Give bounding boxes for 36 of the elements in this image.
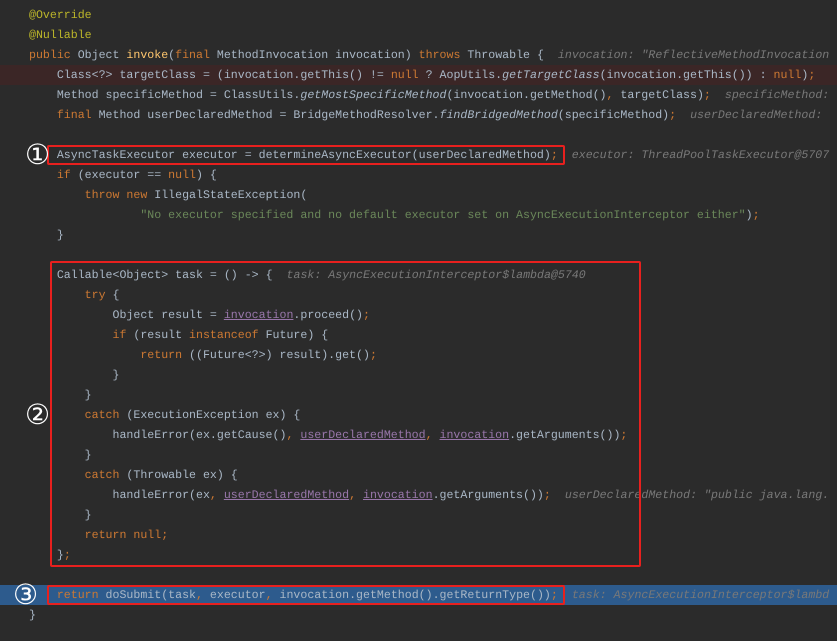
code-line: catch (ExecutionException ex) { bbox=[84, 408, 300, 422]
code-line: }; bbox=[56, 548, 71, 562]
code-line: "No executor specified and no default executor set on AsyncExecutionInterceptor either"); bbox=[140, 208, 760, 222]
code-line: } bbox=[29, 608, 36, 622]
code-line: } bbox=[56, 228, 64, 242]
code-line: handleError(ex.getCause(), userDeclaredMethod, invocation.getArguments()); bbox=[112, 428, 628, 442]
code-line: @Override bbox=[29, 8, 92, 22]
code-line: } bbox=[84, 448, 92, 462]
code-line: return ((Future<?>) result).get(); bbox=[140, 348, 377, 362]
inline-debug-value: invocation: "ReflectiveMethodInvocation bbox=[558, 48, 830, 62]
code-line: throw new IllegalStateException( bbox=[84, 188, 308, 202]
code-line: return null; bbox=[84, 528, 168, 542]
code-line: if (executor == null) { bbox=[56, 168, 217, 182]
inline-debug-value: task: AsyncExecutionInterceptor$lambda@5740 bbox=[286, 268, 586, 282]
code-line: Method specificMethod = ClassUtils.getMostSpecificMethod(invocation.getMethod(), targetClass); bbox=[56, 88, 711, 102]
code-line: } bbox=[84, 388, 92, 402]
code-line: handleError(ex, userDeclaredMethod, invocation.getArguments()); bbox=[112, 488, 551, 502]
code-line: if (result instanceof Future) { bbox=[112, 328, 328, 342]
code-line: catch (Throwable ex) { bbox=[84, 468, 238, 482]
code-line: Callable<Object> task = () -> { bbox=[56, 268, 273, 282]
code-line: } bbox=[112, 368, 120, 382]
code-line: Object result = invocation.proceed(); bbox=[112, 308, 370, 322]
code-line: final Method userDeclaredMethod = BridgeMethodResolver.findBridgedMethod(specificMethod); bbox=[56, 108, 676, 122]
inline-debug-value: executor: ThreadPoolTaskExecutor@5707 bbox=[572, 148, 830, 162]
code-line: public Object invoke(final MethodInvocation invocation) throws Throwable { bbox=[29, 48, 544, 62]
callout-number: ② bbox=[25, 401, 50, 429]
callout-number: ③ bbox=[13, 581, 38, 609]
code-line: Class<?> targetClass = (invocation.getThis() != null ? AopUtils.getTargetClass(invocation.getThis()) : null); bbox=[56, 68, 816, 82]
inline-debug-value: userDeclaredMethod: bbox=[690, 108, 822, 122]
code-line: @Nullable bbox=[29, 28, 92, 42]
code-line: AsyncTaskExecutor executor = determineAsyncExecutor(userDeclaredMethod); bbox=[56, 149, 558, 162]
inline-debug-value: task: AsyncExecutionInterceptor$lambd bbox=[572, 588, 830, 602]
code-line: try { bbox=[84, 288, 120, 302]
inline-debug-value: specificMethod: bbox=[724, 88, 830, 102]
code-line: return doSubmit(task, executor, invocation.getMethod().getReturnType()); bbox=[56, 589, 558, 602]
code-line: } bbox=[84, 508, 92, 522]
